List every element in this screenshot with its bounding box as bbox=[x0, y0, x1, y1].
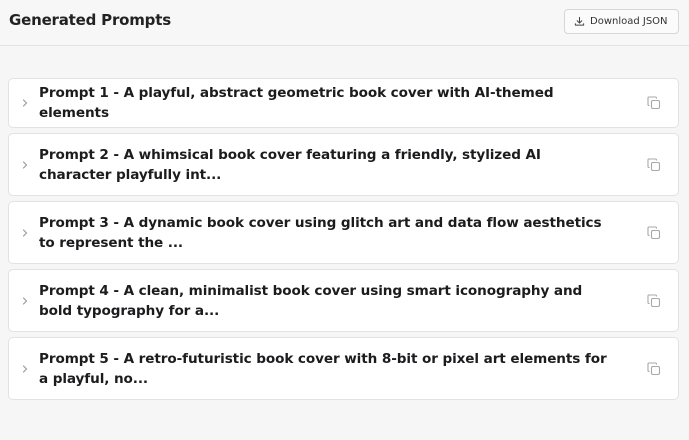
prompt-title: Prompt 2 - A whimsical book cover featur… bbox=[39, 146, 541, 183]
chevron-right-icon[interactable] bbox=[21, 364, 29, 374]
prompt-item-5[interactable]: Prompt 5 - A retro-futuristic book cover… bbox=[8, 337, 679, 400]
copy-icon[interactable] bbox=[647, 293, 661, 308]
page-header: Generated Prompts Download JSON bbox=[0, 0, 689, 46]
prompt-title: Prompt 1 - A playful, abstract geometric… bbox=[39, 85, 554, 121]
prompt-item-1[interactable]: Prompt 1 - A playful, abstract geometric… bbox=[8, 78, 679, 128]
copy-icon[interactable] bbox=[647, 157, 661, 172]
page-title: Generated Prompts bbox=[9, 11, 171, 29]
prompt-title: Prompt 4 - A clean, minimalist book cove… bbox=[39, 282, 583, 319]
prompt-list: Prompt 1 - A playful, abstract geometric… bbox=[8, 78, 679, 405]
chevron-right-icon[interactable] bbox=[21, 228, 29, 238]
copy-icon[interactable] bbox=[647, 225, 661, 240]
prompt-title: Prompt 3 - A dynamic book cover using gl… bbox=[39, 214, 602, 251]
prompt-item-4[interactable]: Prompt 4 - A clean, minimalist book cove… bbox=[8, 269, 679, 332]
download-json-button[interactable]: Download JSON bbox=[564, 9, 679, 34]
copy-icon[interactable] bbox=[647, 96, 661, 110]
prompt-item-3[interactable]: Prompt 3 - A dynamic book cover using gl… bbox=[8, 201, 679, 264]
download-icon bbox=[574, 16, 585, 27]
chevron-right-icon[interactable] bbox=[21, 296, 29, 306]
copy-icon[interactable] bbox=[647, 361, 661, 376]
prompt-title: Prompt 5 - A retro-futuristic book cover… bbox=[39, 350, 607, 387]
chevron-right-icon[interactable] bbox=[21, 160, 29, 170]
prompt-item-2[interactable]: Prompt 2 - A whimsical book cover featur… bbox=[8, 133, 679, 196]
download-json-label: Download JSON bbox=[590, 16, 668, 27]
chevron-right-icon[interactable] bbox=[21, 98, 29, 108]
